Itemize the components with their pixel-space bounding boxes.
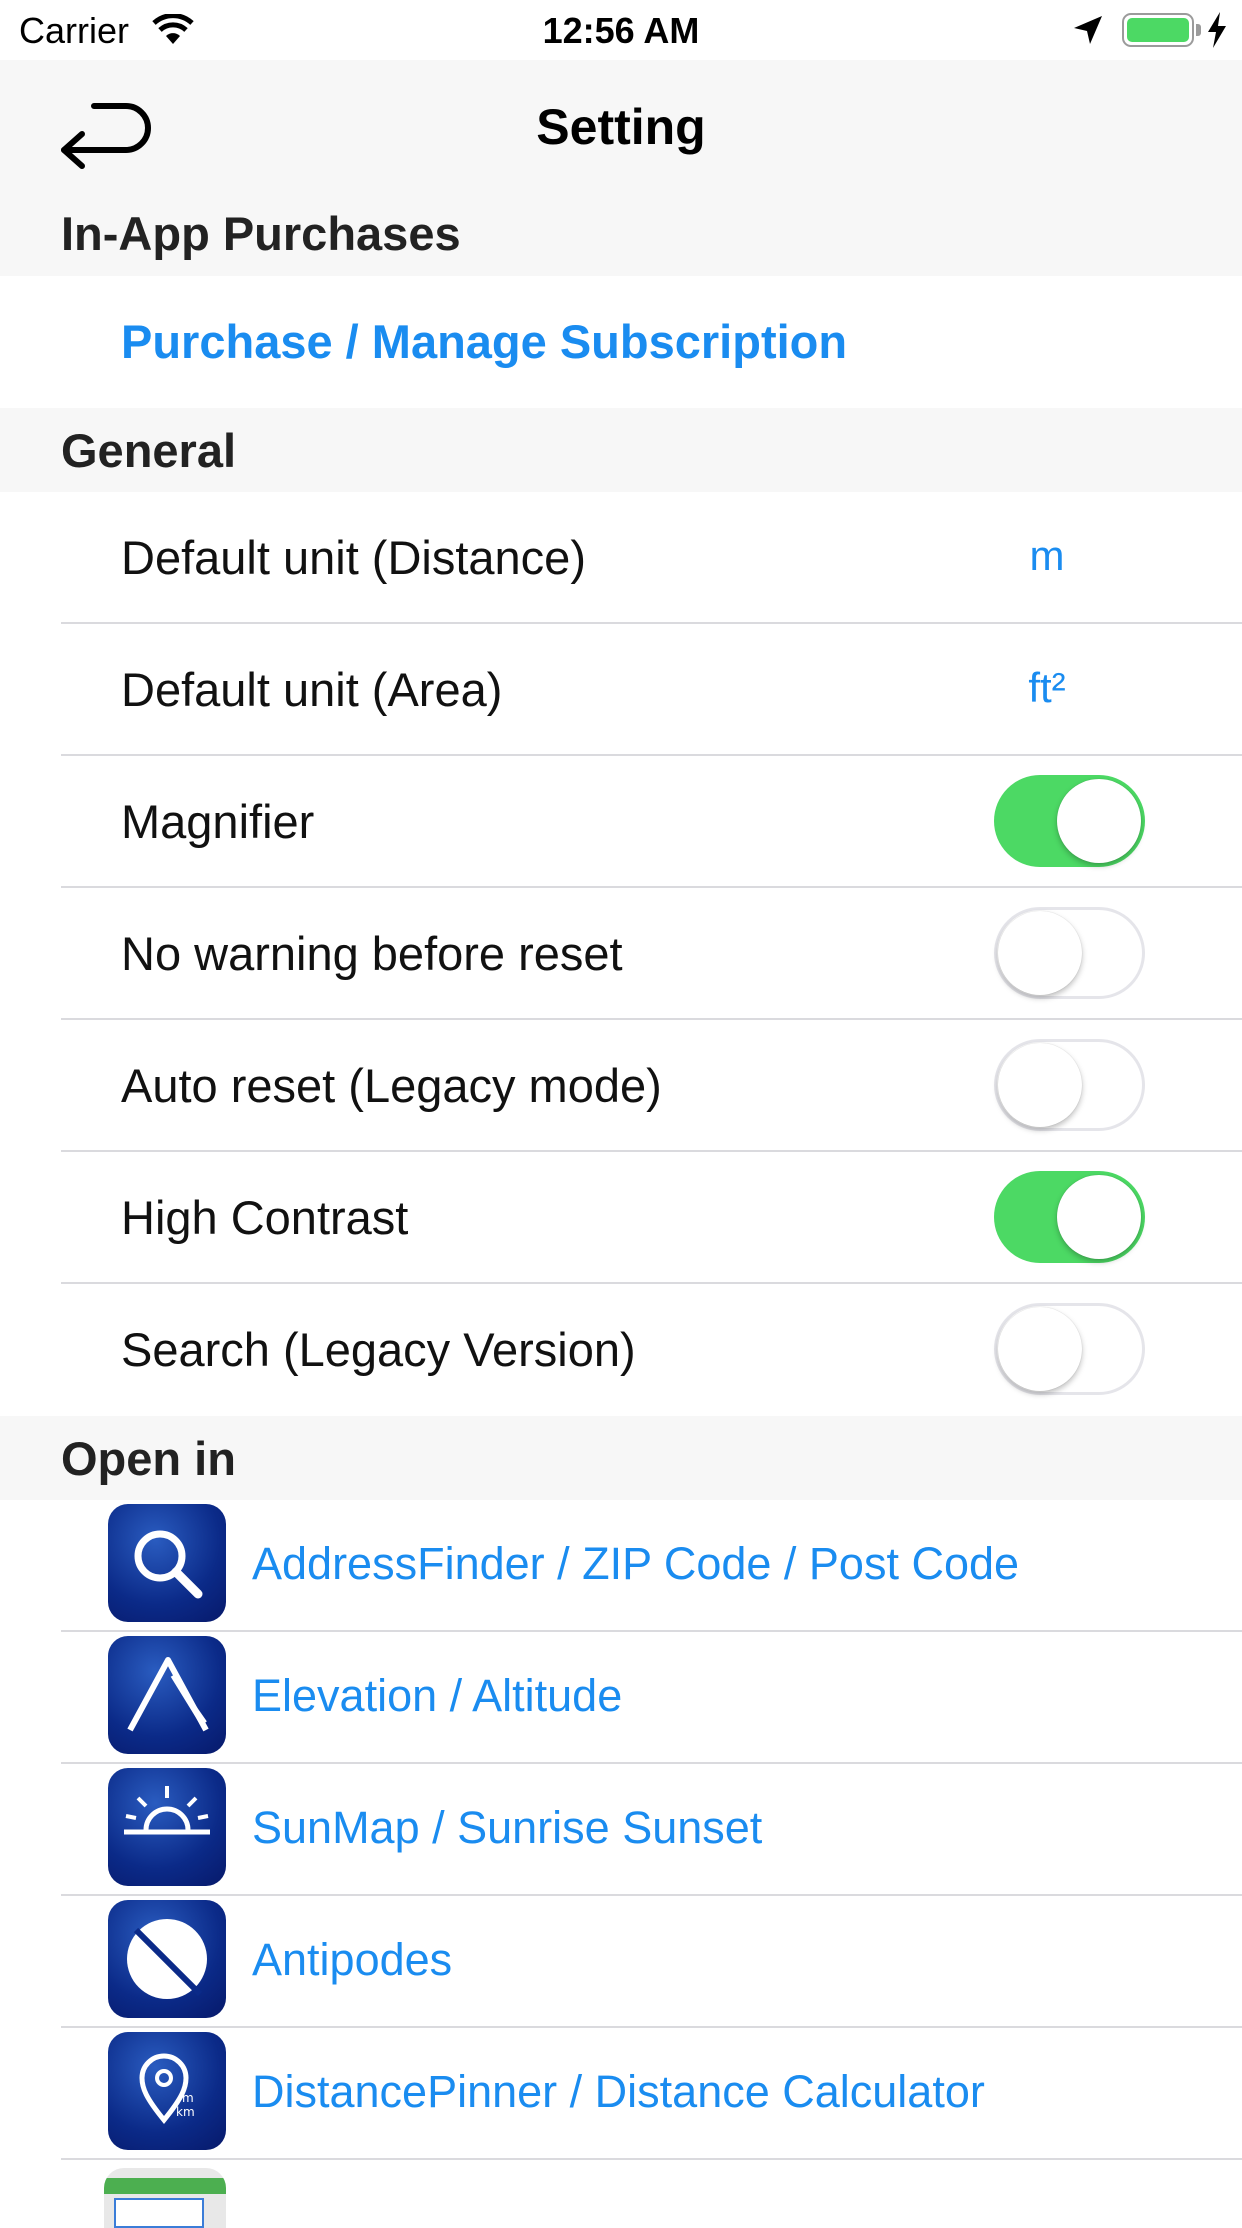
location-arrow-icon <box>1074 16 1102 44</box>
section-title: General <box>61 424 237 477</box>
app-icon-partial <box>104 2168 226 2228</box>
sunrise-icon <box>108 1768 226 1886</box>
app-row-distancepinner[interactable]: m km DistancePinner / Distance Calculato… <box>0 2028 1242 2160</box>
page-title: Setting <box>536 99 706 155</box>
cell-label: No warning before reset <box>121 927 623 980</box>
distance-unit-value[interactable]: m <box>997 532 1097 580</box>
toggle-knob <box>1057 779 1141 863</box>
cell-label: Default unit (Area) <box>121 663 503 716</box>
magnifier-cell: Magnifier <box>0 756 1242 888</box>
area-unit-value[interactable]: ft² <box>997 664 1097 712</box>
app-link[interactable]: Antipodes <box>252 1934 452 1986</box>
app-row-antipodes[interactable]: Antipodes <box>0 1896 1242 2028</box>
app-link[interactable]: DistancePinner / Distance Calculator <box>252 2066 985 2118</box>
search-legacy-cell: Search (Legacy Version) <box>0 1284 1242 1416</box>
toggle-knob <box>998 1043 1082 1127</box>
toggle-knob <box>998 911 1082 995</box>
cell-label: Default unit (Distance) <box>121 531 586 584</box>
icon-panel <box>114 2198 204 2228</box>
section-header-open-in: Open in <box>0 1416 1242 1500</box>
battery-nub <box>1196 24 1201 36</box>
battery-level <box>1127 18 1189 42</box>
high-contrast-cell: High Contrast <box>0 1152 1242 1284</box>
default-unit-area-cell[interactable]: Default unit (Area) ft² <box>0 624 1242 756</box>
svg-text:km: km <box>176 2105 195 2119</box>
section-header-general: General <box>0 408 1242 492</box>
magnifier-icon <box>108 1504 226 1622</box>
toggle-knob <box>998 1307 1082 1391</box>
navigation-bar: Setting <box>0 60 1242 190</box>
purchase-subscription-link[interactable]: Purchase / Manage Subscription <box>121 314 847 369</box>
elevation-icon <box>108 1636 226 1754</box>
purchase-subscription-cell[interactable]: Purchase / Manage Subscription <box>0 276 1242 408</box>
section-title: In-App Purchases <box>61 207 461 260</box>
app-row-sunmap[interactable]: SunMap / Sunrise Sunset <box>0 1764 1242 1896</box>
high-contrast-toggle[interactable] <box>994 1171 1145 1263</box>
icon-stripe <box>104 2178 226 2194</box>
auto-reset-cell: Auto reset (Legacy mode) <box>0 1020 1242 1152</box>
charging-bolt-icon <box>1208 12 1226 48</box>
app-row-elevation[interactable]: Elevation / Altitude <box>0 1632 1242 1764</box>
app-link[interactable]: AddressFinder / ZIP Code / Post Code <box>252 1538 1019 1590</box>
distance-pin-icon: m km <box>108 2032 226 2150</box>
section-header-in-app-purchases: In-App Purchases <box>0 190 1242 276</box>
app-row-addressfinder[interactable]: AddressFinder / ZIP Code / Post Code <box>0 1500 1242 1632</box>
default-unit-distance-cell[interactable]: Default unit (Distance) m <box>0 492 1242 624</box>
search-legacy-toggle[interactable] <box>994 1303 1145 1395</box>
section-title: Open in <box>61 1432 236 1485</box>
auto-reset-toggle[interactable] <box>994 1039 1145 1131</box>
clock: 12:56 AM <box>542 10 700 51</box>
no-warning-reset-toggle[interactable] <box>994 907 1145 999</box>
separator <box>61 2158 1242 2160</box>
app-link[interactable]: Elevation / Altitude <box>252 1670 622 1722</box>
cell-label: Auto reset (Legacy mode) <box>121 1059 662 1112</box>
cell-label: High Contrast <box>121 1191 409 1244</box>
svg-text:m: m <box>182 2091 194 2105</box>
status-bar: Carrier 12:56 AM <box>0 0 1242 60</box>
antipodes-icon <box>108 1900 226 2018</box>
toggle-knob <box>1057 1175 1141 1259</box>
cell-label: Search (Legacy Version) <box>121 1323 636 1376</box>
magnifier-toggle[interactable] <box>994 775 1145 867</box>
cell-label: Magnifier <box>121 795 315 848</box>
battery-icon <box>1122 13 1194 47</box>
app-link[interactable]: SunMap / Sunrise Sunset <box>252 1802 762 1854</box>
no-warning-reset-cell: No warning before reset <box>0 888 1242 1020</box>
